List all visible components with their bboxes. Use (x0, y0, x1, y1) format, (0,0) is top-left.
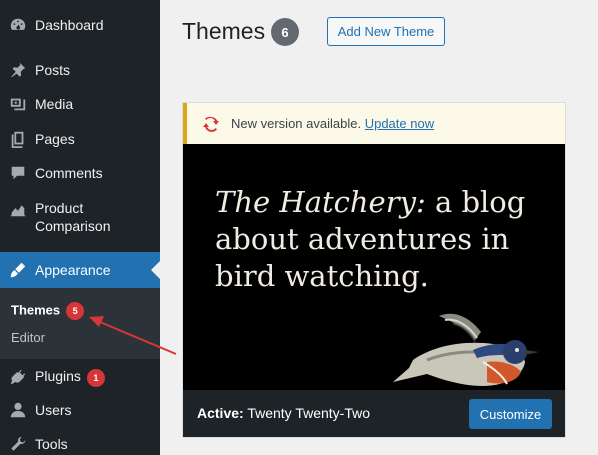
update-icon (201, 114, 221, 134)
sidebar-item-label: Media (35, 96, 74, 112)
submenu-item-label: Editor (11, 330, 45, 345)
media-icon (8, 94, 28, 114)
bird-illustration (393, 313, 539, 386)
sidebar-item-posts[interactable]: Posts (0, 59, 160, 81)
sidebar-item-comments[interactable]: Comments (0, 162, 160, 184)
theme-card-footer: Active: Twenty Twenty-Two Customize (183, 390, 565, 437)
sidebar-item-tools[interactable]: Tools (0, 433, 160, 455)
pages-icon (8, 129, 28, 149)
add-new-theme-button[interactable]: Add New Theme (327, 17, 445, 46)
chart-icon (8, 199, 28, 219)
sidebar-item-appearance[interactable]: Appearance (0, 252, 160, 288)
plug-icon (8, 367, 28, 387)
user-icon (8, 400, 28, 420)
sidebar-item-label-line1: Product (35, 200, 84, 216)
comment-icon (8, 163, 28, 183)
sidebar-item-media[interactable]: Media (0, 93, 160, 115)
sidebar-item-label: Pages (35, 131, 75, 147)
current-menu-arrow (151, 261, 160, 279)
sidebar-item-label: Dashboard (35, 17, 104, 33)
submenu-item-themes[interactable]: Themes 5 (11, 302, 85, 320)
sidebar-item-label: Posts (35, 62, 71, 78)
sidebar-item-label-line2: Comparison (35, 218, 111, 234)
dashboard-icon (8, 15, 28, 35)
update-notice: New version available. Update now (183, 103, 565, 144)
page-title: Themes (182, 18, 266, 44)
update-count-badge: 1 (86, 368, 105, 387)
active-theme-label: Active: Twenty Twenty-Two (197, 405, 370, 421)
plugins-label: Plugins (35, 368, 81, 385)
customize-button[interactable]: Customize (469, 399, 552, 429)
notice-message: New version available. (231, 116, 362, 131)
active-prefix: Active: (197, 405, 244, 421)
sidebar-item-label: Tools (35, 436, 68, 452)
update-count-badge: 5 (66, 302, 85, 320)
theme-screenshot[interactable]: The Hatchery: a blog about adventures in… (183, 144, 565, 390)
theme-card[interactable]: New version available. Update now The Ha… (182, 102, 566, 438)
active-theme-name: Twenty Twenty-Two (243, 405, 371, 421)
sidebar-item-plugins[interactable]: Plugins 1 (0, 366, 160, 388)
appearance-submenu: Themes 5 Editor (0, 288, 160, 359)
brush-icon (8, 260, 28, 280)
sidebar-item-label: Users (35, 402, 72, 418)
tagline-italic: The Hatchery: (215, 185, 426, 219)
admin-sidebar: Dashboard Posts Media Pages Comments Pro… (0, 0, 160, 455)
submenu-item-editor[interactable]: Editor (11, 330, 45, 345)
sidebar-item-pages[interactable]: Pages (0, 128, 160, 150)
theme-count-badge: 6 (271, 18, 299, 46)
sidebar-item-label: Comments (35, 165, 103, 181)
sidebar-item-product-comparison[interactable]: Product Comparison (0, 197, 160, 237)
sidebar-item-dashboard[interactable]: Dashboard (0, 14, 160, 36)
sidebar-item-label: Plugins 1 (35, 367, 105, 387)
notice-text: New version available. Update now (231, 116, 434, 131)
pin-icon (8, 60, 28, 80)
wrench-icon (8, 434, 28, 454)
sidebar-item-label: Appearance (35, 262, 111, 278)
sidebar-item-users[interactable]: Users (0, 399, 160, 421)
submenu-item-label: Themes (11, 302, 61, 318)
theme-tagline: The Hatchery: a blog about adventures in… (215, 184, 545, 295)
update-now-link[interactable]: Update now (365, 116, 434, 131)
